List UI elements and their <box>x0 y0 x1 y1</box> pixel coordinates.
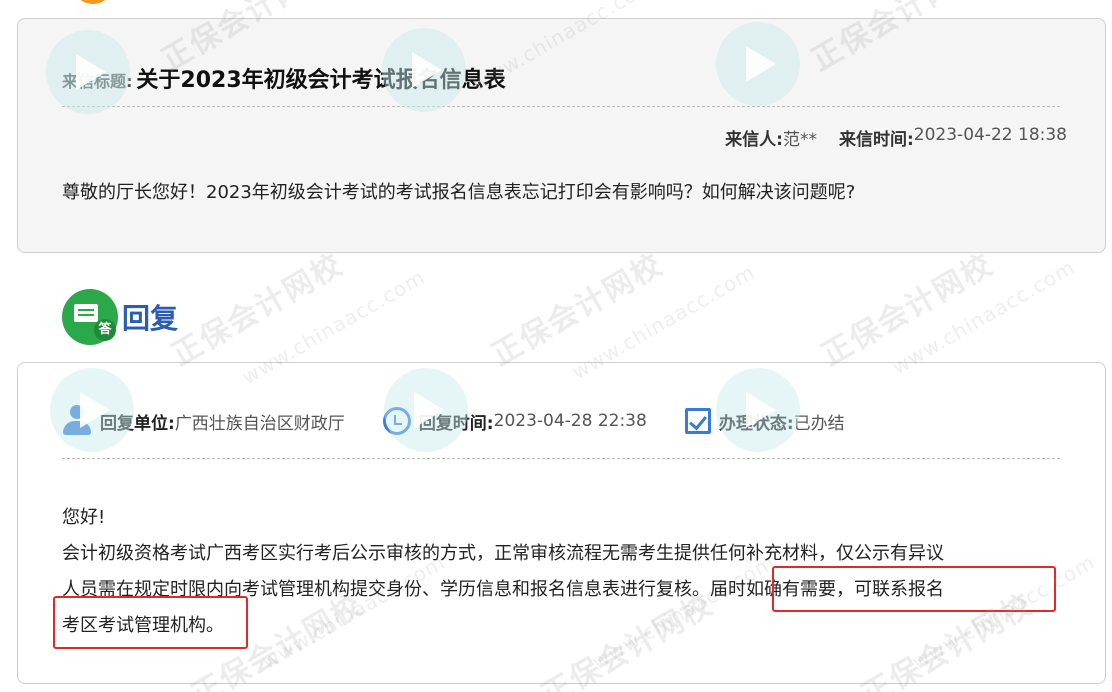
reply-status-value: 已办结 <box>793 413 845 434</box>
reply-status: 办理状态: 已办结 <box>684 408 845 434</box>
sender-name: 范** <box>782 130 817 150</box>
reply-time-label: 回复时间: <box>418 413 494 434</box>
letter-body: 尊敬的厅长您好！2023年初级会计考试的考试报名信息表忘记打印会有影响吗？如何解… <box>62 182 856 203</box>
letter-time-label: 来信时间: <box>838 130 914 150</box>
reply-header: 答 回复 <box>62 289 178 345</box>
reply-body-line: 人员需在规定时限内向考试管理机构提交身份、学历信息和报名信息表进行复核。届时如确… <box>62 579 944 600</box>
answer-badge: 答 <box>94 319 116 341</box>
letter-title: 关于2023年初级会计考试报名信息表 <box>136 68 506 93</box>
watermark-text: 正保会计网校 <box>165 246 350 374</box>
checkbox-icon <box>684 408 711 434</box>
reply-info-row: 回复单位: 广西壮族自治区财政厅 回复时间: 2023-04-28 22:38 … <box>62 405 883 437</box>
top-decoration <box>76 0 110 4</box>
sender-label: 来信人: <box>725 130 783 150</box>
letter-title-row: 来信标题: 关于2023年初级会计考试报名信息表 <box>62 62 506 94</box>
reply-body-line: 考区考试管理机构。 <box>62 615 224 636</box>
reply-status-label: 办理状态: <box>718 413 794 434</box>
reply-unit: 回复单位: 广西壮族自治区财政厅 <box>62 405 345 437</box>
reply-unit-label: 回复单位: <box>100 413 175 434</box>
letter-title-label: 来信标题: <box>62 72 133 91</box>
reply-answer-icon: 答 <box>62 289 118 345</box>
watermark-text: 正保会计网校 <box>485 246 670 374</box>
reply-unit-value: 广西壮族自治区财政厅 <box>174 413 345 434</box>
watermark-url: www.chinaacc.com <box>887 254 1080 380</box>
reply-greeting: 您好! <box>62 507 106 528</box>
reply-heading: 回复 <box>122 302 179 335</box>
letter-time: 2023-04-22 18:38 <box>913 125 1067 145</box>
watermark-text: 正保会计网校 <box>815 246 1000 374</box>
clock-icon <box>382 407 411 435</box>
reply-body: 您好! 会计初级资格考试广西考区实行考后公示审核的方式，正常审核流程无需考生提供… <box>62 500 1062 644</box>
reply-body-line: 会计初级资格考试广西考区实行考后公示审核的方式，正常审核流程无需考生提供任何补充… <box>62 543 944 564</box>
divider <box>62 458 1060 459</box>
user-icon <box>62 405 92 437</box>
envelope-icon <box>74 304 98 322</box>
letter-meta: 来信人: 范** 来信时间: 2023-04-22 18:38 <box>725 125 1067 150</box>
reply-time: 回复时间: 2023-04-28 22:38 <box>382 407 647 435</box>
reply-time-value: 2023-04-28 22:38 <box>493 411 647 431</box>
divider <box>62 106 1060 107</box>
